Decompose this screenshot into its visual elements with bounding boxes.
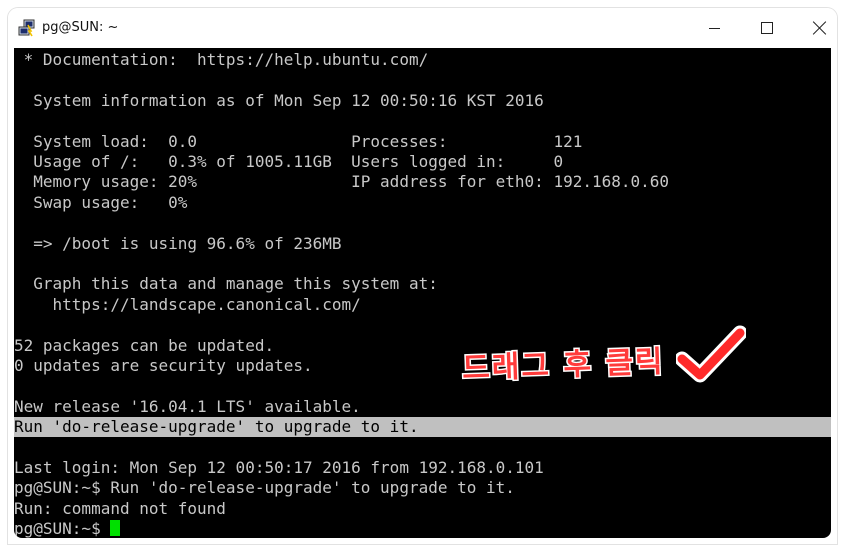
terminal-line-selected[interactable]: Run 'do-release-upgrade' to upgrade to i… [14,417,831,438]
terminal-line[interactable]: * Documentation: https://help.ubuntu.com… [14,50,429,70]
terminal-cursor [110,520,121,537]
minimize-icon [708,27,720,29]
terminal-line[interactable]: Swap usage: 0% [14,193,187,213]
terminal-window: pg@SUN: ~ * Documentation: https://help.… [8,8,837,544]
terminal-line[interactable]: Usage of /: 0.3% of 1005.11GB Users logg… [14,152,563,172]
terminal-line[interactable]: => /boot is using 96.6% of 236MB [14,234,341,254]
title-bar[interactable]: pg@SUN: ~ [8,8,837,48]
terminal-line[interactable]: System load: 0.0 Processes: 121 [14,132,582,152]
terminal-output[interactable]: * Documentation: https://help.ubuntu.com… [14,48,831,538]
terminal-line[interactable]: Last login: Mon Sep 12 00:50:17 2016 fro… [14,458,544,478]
terminal-line[interactable]: New release '16.04.1 LTS' available. [14,397,361,417]
minimize-button[interactable] [691,8,737,48]
maximize-icon [761,22,773,34]
terminal-line[interactable]: 52 packages can be updated. [14,336,274,356]
terminal-line[interactable]: Run: command not found [14,499,226,519]
window-title: pg@SUN: ~ [42,20,119,35]
terminal-line[interactable]: 0 updates are security updates. [14,356,313,376]
terminal-line[interactable]: Memory usage: 20% IP address for eth0: 1… [14,172,669,192]
close-icon [813,21,827,35]
terminal-line[interactable]: Graph this data and manage this system a… [14,274,438,294]
terminal-line[interactable]: System information as of Mon Sep 12 00:5… [14,91,544,111]
terminal-line[interactable]: pg@SUN:~$ [14,519,121,538]
checkmark-icon [676,325,746,383]
close-button[interactable] [797,8,837,48]
terminal-line[interactable]: pg@SUN:~$ Run 'do-release-upgrade' to up… [14,478,515,498]
prompt-text: pg@SUN:~$ [14,519,111,538]
annotation-label: 드래그 후 클릭 [460,343,667,388]
putty-icon[interactable] [18,19,36,37]
maximize-button[interactable] [744,8,790,48]
terminal-line[interactable]: https://landscape.canonical.com/ [14,295,361,315]
